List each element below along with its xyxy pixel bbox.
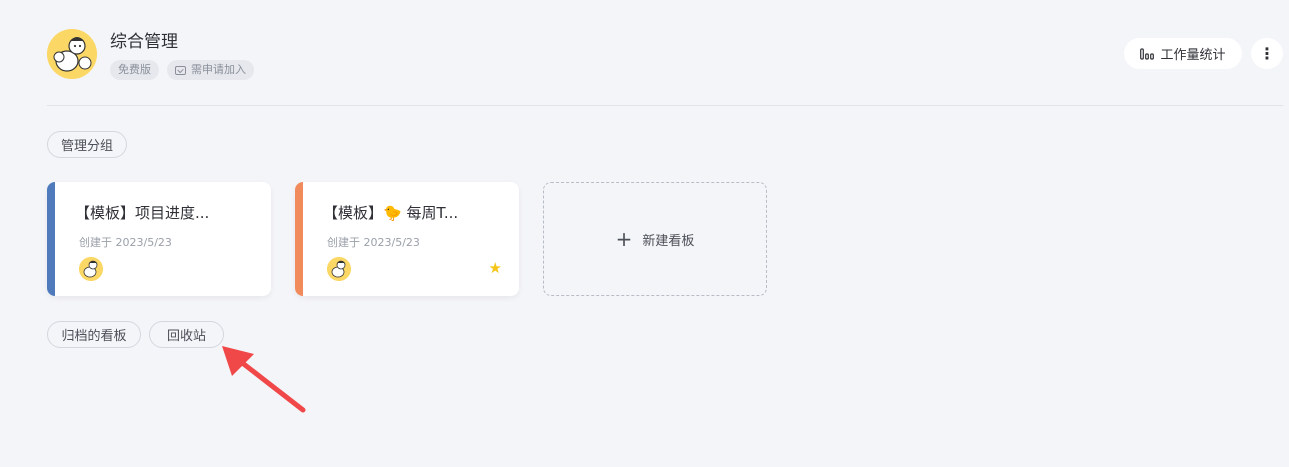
plan-tag: 免费版 [110, 60, 159, 80]
new-board-label: 新建看板 [642, 233, 695, 249]
new-board-button[interactable]: + 新建看板 [543, 182, 767, 296]
board-created-date: 创建于 2023/5/23 [79, 236, 172, 249]
bar-chart-icon [1140, 47, 1155, 60]
workspace-avatar[interactable] [47, 29, 97, 79]
annotation-arrow-icon [222, 346, 306, 413]
recycle-bin-button[interactable]: 回收站 [149, 321, 224, 348]
join-tag-label: 需申请加入 [191, 63, 246, 76]
board-created-date: 创建于 2023/5/23 [327, 236, 420, 249]
workload-stats-label: 工作量统计 [1160, 48, 1226, 63]
recycle-bin-label: 回收站 [166, 329, 206, 344]
board-card[interactable]: 【模板】🐤 每周T... 创建于 2023/5/23 ★ [295, 182, 519, 296]
more-vertical-icon: ⋮ [1259, 44, 1275, 63]
manage-groups-button[interactable]: 管理分组 [47, 131, 127, 158]
workspace-title: 综合管理 [110, 32, 178, 52]
join-tag: 需申请加入 [167, 60, 254, 80]
header-divider [47, 105, 1283, 106]
workspace-title-block: 综合管理 免费版 需申请加入 [110, 31, 254, 80]
plus-icon: + [615, 227, 633, 251]
avatar [79, 257, 103, 281]
board-accent-stripe [295, 182, 303, 296]
board-accent-stripe [47, 182, 55, 296]
board-title: 【模板】项目进度... [75, 204, 210, 222]
mail-icon [175, 65, 186, 75]
plan-tag-label: 免费版 [118, 63, 151, 76]
star-icon[interactable]: ★ [489, 259, 502, 277]
workspace-header: 综合管理 免费版 需申请加入 工作量统计 ⋮ [47, 29, 1283, 85]
workload-stats-button[interactable]: 工作量统计 [1124, 38, 1242, 69]
archived-boards-label: 归档的看板 [61, 329, 127, 344]
avatar [327, 257, 351, 281]
manage-groups-label: 管理分组 [60, 139, 113, 154]
board-title: 【模板】🐤 每周T... [323, 204, 459, 222]
board-card[interactable]: 【模板】项目进度... 创建于 2023/5/23 [47, 182, 271, 296]
workspace-tags: 免费版 需申请加入 [110, 60, 254, 80]
archived-boards-button[interactable]: 归档的看板 [47, 321, 141, 348]
more-options-button[interactable]: ⋮ [1251, 38, 1283, 69]
